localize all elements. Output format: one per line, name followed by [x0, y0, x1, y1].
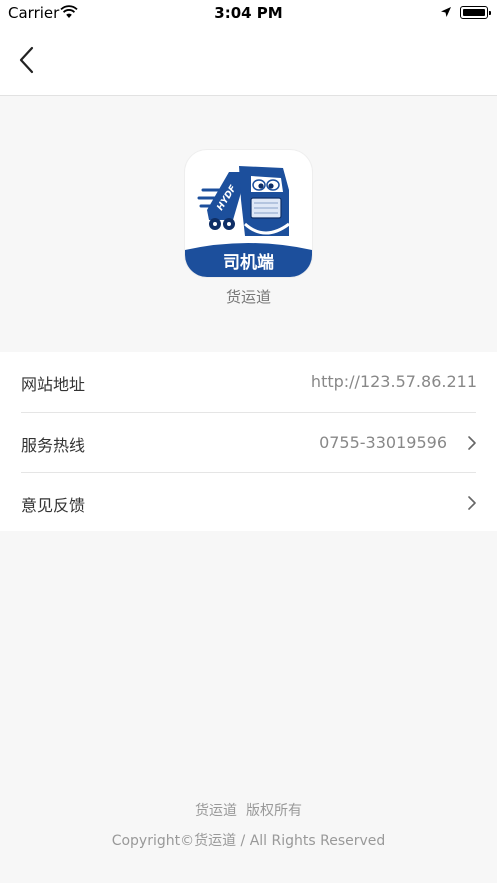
- truck-logo-icon: HYDF 司机端: [185, 166, 312, 277]
- website-value: http://123.57.86.211: [310, 372, 477, 391]
- website-row: 网站地址 http://123.57.86.211: [0, 352, 497, 411]
- status-time: 3:04 PM: [214, 4, 283, 22]
- feedback-row[interactable]: 意见反馈: [0, 473, 497, 532]
- app-logo: HYDF 司机端: [185, 150, 312, 277]
- chevron-right-icon: [468, 436, 476, 450]
- status-bar: Carrier 3:04 PM: [0, 0, 497, 28]
- hotline-row[interactable]: 服务热线 0755-33019596: [0, 413, 497, 472]
- battery-icon: [460, 6, 491, 19]
- copyright-notice: Copyright©货运道 / All Rights Reserved: [111, 833, 386, 849]
- battery-tip: [489, 11, 491, 15]
- chevron-left-icon[interactable]: [10, 42, 46, 78]
- copyright-owner: 货运道 版权所有: [195, 803, 302, 819]
- navigation-bar: [0, 28, 497, 96]
- location-arrow-icon: [441, 7, 451, 17]
- battery-level: [463, 9, 485, 16]
- chevron-right-icon: [468, 496, 476, 510]
- hotline-label: 服务热线: [21, 436, 86, 455]
- svg-text:司机端: 司机端: [223, 252, 274, 273]
- info-list: 网站地址 http://123.57.86.211 服务热线 0755-3301…: [0, 352, 497, 531]
- about-screen: Carrier 3:04 PM HYDF 司机端 货运道 网站地址 http:/…: [0, 0, 497, 883]
- hotline-value: 0755-33019596: [319, 433, 447, 452]
- app-name: 货运道: [225, 288, 271, 306]
- website-label: 网站地址: [21, 375, 86, 394]
- feedback-label: 意见反馈: [21, 496, 86, 515]
